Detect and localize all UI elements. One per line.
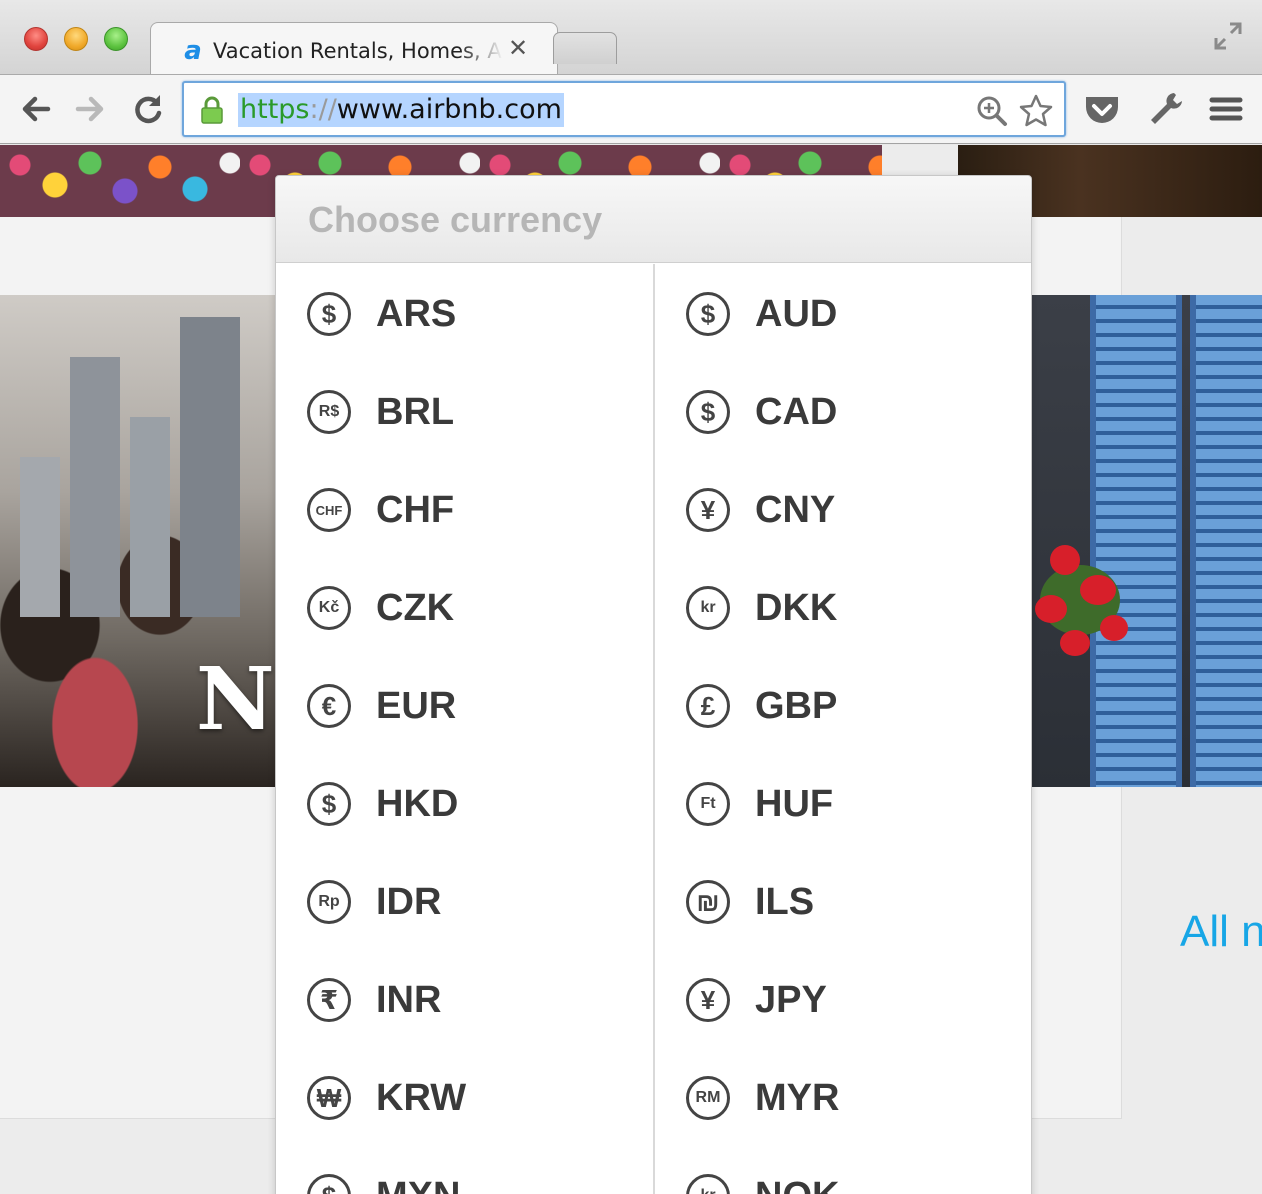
tab-close-icon[interactable]: ✕	[508, 35, 528, 63]
back-arrow-icon[interactable]	[18, 91, 54, 127]
bookmark-star-icon[interactable]	[1018, 93, 1054, 129]
currency-code: NOK	[755, 1176, 839, 1194]
currency-code: HKD	[376, 783, 459, 825]
airbnb-favicon-icon: a	[184, 36, 202, 66]
currency-option[interactable]: CHF CHF	[276, 460, 652, 558]
currency-symbol-icon: Kč	[307, 586, 351, 630]
currency-symbol-icon: Rp	[307, 880, 351, 924]
currency-symbol-icon: ¥	[686, 978, 730, 1022]
currency-symbol-icon: ₪	[686, 880, 730, 924]
photo-caption: N	[196, 649, 275, 750]
currency-symbol-icon: $	[307, 1174, 351, 1194]
menu-hamburger-icon[interactable]	[1206, 89, 1246, 129]
currency-symbol-icon: £	[686, 684, 730, 728]
new-tab-button[interactable]	[553, 32, 617, 64]
currency-code: INR	[376, 979, 442, 1021]
currency-option[interactable]: € EUR	[276, 656, 652, 754]
currency-symbol-icon: $	[686, 292, 730, 336]
currency-option[interactable]: Ft HUF	[655, 754, 1031, 852]
url-separator: ://	[309, 94, 337, 125]
window-zoom-button[interactable]	[104, 27, 128, 51]
currency-option[interactable]: Kč CZK	[276, 558, 652, 656]
window-close-button[interactable]	[24, 27, 48, 51]
currency-option[interactable]: kr NOK	[655, 1146, 1031, 1194]
url-scheme: https	[240, 94, 310, 125]
currency-symbol-icon: $	[307, 782, 351, 826]
currency-code: MXN	[376, 1176, 460, 1194]
currency-option[interactable]: R$ BRL	[276, 362, 652, 460]
secure-lock-icon[interactable]	[200, 96, 224, 124]
currency-option[interactable]: kr DKK	[655, 558, 1031, 656]
currency-symbol-icon: kr	[686, 1174, 730, 1194]
url-host: www.airbnb.com	[336, 94, 562, 125]
currency-option[interactable]: $ ARS	[276, 264, 652, 362]
currency-option[interactable]: $ AUD	[655, 264, 1031, 362]
currency-code: IDR	[376, 881, 442, 923]
currency-code: CAD	[755, 391, 838, 433]
currency-code: CZK	[376, 587, 455, 629]
currency-code: AUD	[755, 293, 838, 335]
currency-dropdown: Choose currency $ ARS R$ BRL CHF CHF Kč CZK € EUR…	[275, 175, 1032, 1194]
currency-option[interactable]: RM MYR	[655, 1048, 1031, 1146]
currency-option[interactable]: ¥ JPY	[655, 950, 1031, 1048]
currency-option[interactable]: ¥ CNY	[655, 460, 1031, 558]
currency-code: KRW	[376, 1077, 467, 1119]
currency-dropdown-header: Choose currency	[276, 176, 1031, 263]
currency-list-left: $ ARS R$ BRL CHF CHF Kč CZK € EUR $ HKD Rp IDR ₹ INR ₩ KR…	[276, 264, 652, 1194]
currency-dropdown-title: Choose currency	[308, 199, 603, 240]
fullscreen-icon[interactable]	[1212, 20, 1244, 52]
browser-tab-active[interactable]: a Vacation Rentals, Homes, Apartments ✕	[150, 22, 558, 76]
forward-arrow-icon[interactable]	[72, 91, 108, 127]
currency-symbol-icon: kr	[686, 586, 730, 630]
currency-code: DKK	[755, 587, 838, 629]
url-text[interactable]: https://www.airbnb.com	[238, 93, 564, 127]
browser-toolbar: https://www.airbnb.com	[0, 74, 1262, 144]
currency-code: ARS	[376, 293, 457, 335]
currency-symbol-icon: ¥	[686, 488, 730, 532]
currency-code: ILS	[755, 881, 815, 923]
currency-list-right: $ AUD $ CAD ¥ CNY kr DKK £ GBP Ft HUF ₪ ILS ¥ JPY RM MYR k…	[655, 264, 1031, 1194]
currency-code: EUR	[376, 685, 457, 727]
reload-icon[interactable]	[130, 91, 166, 127]
window-titlebar: a Vacation Rentals, Homes, Apartments ✕	[0, 0, 1262, 76]
neighborhood-photo-shutters[interactable]	[1030, 295, 1262, 787]
currency-code: BRL	[376, 391, 455, 433]
all-neighborhoods-link[interactable]: All n	[1180, 907, 1262, 957]
currency-code: CNY	[755, 489, 836, 531]
neighborhood-photo-city[interactable]: N	[0, 295, 276, 787]
currency-option[interactable]: £ GBP	[655, 656, 1031, 754]
currency-symbol-icon: CHF	[307, 488, 351, 532]
currency-code: JPY	[755, 979, 827, 1021]
currency-symbol-icon: RM	[686, 1076, 730, 1120]
wrench-icon[interactable]	[1146, 89, 1186, 129]
currency-code: CHF	[376, 489, 455, 531]
currency-option[interactable]: ₹ INR	[276, 950, 652, 1048]
currency-option[interactable]: Rp IDR	[276, 852, 652, 950]
currency-option[interactable]: ₪ ILS	[655, 852, 1031, 950]
currency-symbol-icon: R$	[307, 390, 351, 434]
address-bar[interactable]: https://www.airbnb.com	[182, 81, 1066, 137]
currency-code: GBP	[755, 685, 838, 727]
currency-option[interactable]: $ HKD	[276, 754, 652, 852]
window-minimize-button[interactable]	[64, 27, 88, 51]
currency-symbol-icon: $	[307, 292, 351, 336]
currency-code: HUF	[755, 783, 834, 825]
currency-symbol-icon: Ft	[686, 782, 730, 826]
currency-option[interactable]: ₩ KRW	[276, 1048, 652, 1146]
currency-symbol-icon: $	[686, 390, 730, 434]
currency-option[interactable]: $ CAD	[655, 362, 1031, 460]
zoom-icon[interactable]	[976, 95, 1008, 127]
currency-symbol-icon: ₹	[307, 978, 351, 1022]
currency-symbol-icon: €	[307, 684, 351, 728]
currency-code: MYR	[755, 1077, 840, 1119]
tab-title: Vacation Rentals, Homes, Apartments	[213, 39, 503, 63]
pocket-icon[interactable]	[1082, 89, 1122, 129]
currency-symbol-icon: ₩	[307, 1076, 351, 1120]
currency-option[interactable]: $ MXN	[276, 1146, 652, 1194]
